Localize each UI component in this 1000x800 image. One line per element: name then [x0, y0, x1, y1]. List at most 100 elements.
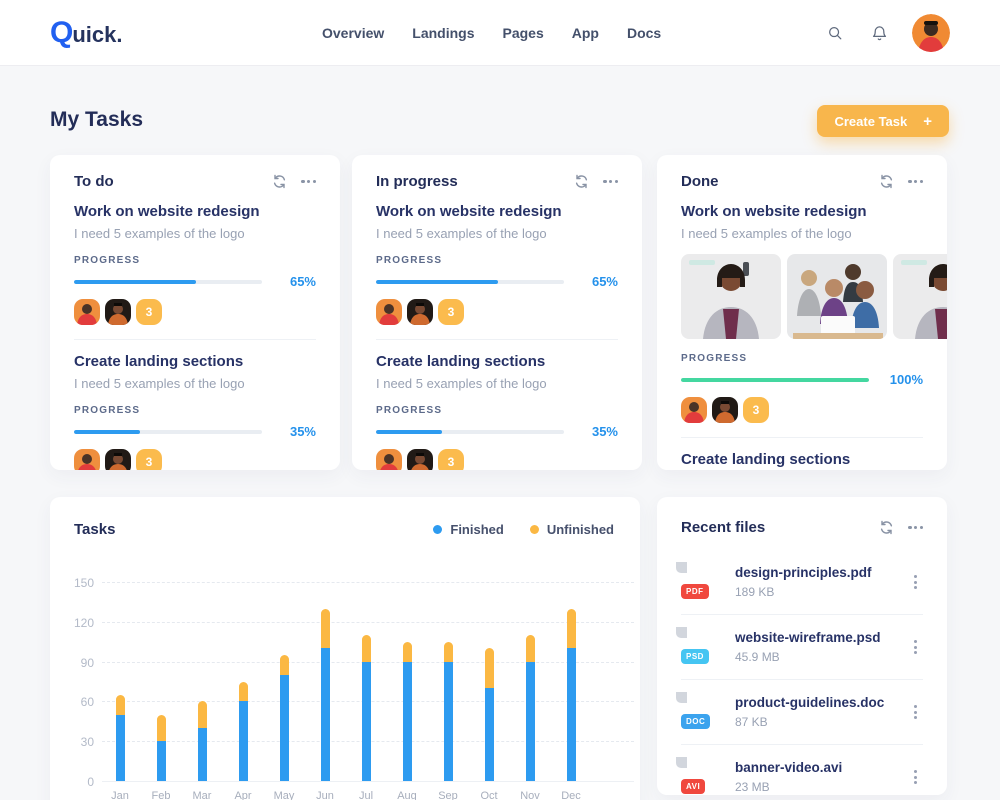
more-options-icon[interactable] — [908, 179, 923, 184]
file-size: 189 KB — [735, 585, 775, 599]
task-title: Work on website redesign — [681, 203, 867, 220]
assignee-avatar[interactable] — [712, 397, 738, 423]
nav-item-landings[interactable]: Landings — [412, 25, 474, 41]
x-tick-label: Oct — [480, 790, 498, 800]
task-description: I need 5 examples of the logo — [74, 376, 245, 391]
nav-item-overview[interactable]: Overview — [322, 25, 384, 41]
y-tick-label: 120 — [73, 615, 94, 630]
file-menu-icon[interactable] — [908, 636, 923, 658]
file-row[interactable]: DOC product-guidelines.doc 87 KB — [681, 679, 923, 744]
chart-plot-area: 0 30 60 90 120 150 Jan Feb Mar Apr May Jun Jul Aug Sep… — [74, 576, 638, 800]
bar-nov — [525, 635, 535, 781]
file-type-badge: DOC — [681, 714, 711, 729]
x-tick-label: Dec — [561, 790, 581, 800]
nav-item-pages[interactable]: Pages — [503, 25, 544, 41]
bar-may — [279, 655, 289, 781]
recent-files-card: Recent files PDF design-principles.pdf 1… — [657, 497, 947, 795]
assignee-count-badge[interactable]: 3 — [136, 449, 162, 470]
create-task-button[interactable]: Create Task + — [817, 105, 949, 137]
search-icon[interactable] — [824, 22, 846, 44]
nav-item-docs[interactable]: Docs — [627, 25, 661, 41]
logo-q: Q — [50, 16, 73, 49]
progress-bar — [376, 429, 564, 434]
y-tick-label: 60 — [80, 695, 94, 710]
file-size: 87 KB — [735, 715, 768, 729]
assignee-avatar[interactable] — [407, 449, 433, 470]
bar-jan — [115, 694, 125, 781]
assignee-avatar[interactable] — [681, 397, 707, 423]
file-menu-icon[interactable] — [908, 701, 923, 723]
assignee-avatar[interactable] — [376, 449, 402, 470]
assignee-count-badge[interactable]: 3 — [438, 299, 464, 325]
x-tick-label: Mar — [192, 790, 212, 800]
page-title: My Tasks — [50, 108, 143, 131]
more-options-icon[interactable] — [603, 179, 618, 184]
progress-percent: 65% — [591, 274, 618, 289]
x-tick-label: Jun — [316, 790, 334, 800]
assignee-avatar[interactable] — [74, 299, 100, 325]
progress-percent: 65% — [289, 274, 316, 289]
tasks-chart-card: Tasks Finished Unfinished 0 30 60 90 120 150 J… — [50, 497, 640, 800]
file-icon-doc: DOC — [681, 692, 719, 732]
task-card[interactable]: Create landing sections — [681, 451, 923, 468]
task-card[interactable]: Work on website redesign I need 5 exampl… — [681, 203, 947, 423]
user-avatar[interactable] — [912, 14, 950, 52]
bar-dec — [566, 608, 576, 781]
sync-icon[interactable] — [879, 174, 894, 189]
task-card[interactable]: Create landing sections I need 5 example… — [74, 353, 316, 470]
task-photo[interactable] — [893, 254, 947, 339]
legend-label: Finished — [450, 522, 504, 537]
bar-apr — [238, 681, 248, 781]
file-menu-icon[interactable] — [908, 571, 923, 593]
sync-icon[interactable] — [879, 520, 894, 535]
more-options-icon[interactable] — [908, 525, 923, 530]
gridline — [102, 781, 634, 782]
divider — [74, 339, 316, 340]
assignee-count-badge[interactable]: 3 — [136, 299, 162, 325]
assignee-avatar[interactable] — [74, 449, 100, 470]
x-tick-label: Aug — [397, 790, 417, 800]
file-name: design-principles.pdf — [735, 565, 872, 580]
column-title: In progress — [376, 173, 458, 190]
task-description: I need 5 examples of the logo — [376, 226, 547, 241]
gridline — [102, 621, 634, 623]
task-description: I need 5 examples of the logo — [681, 226, 852, 241]
task-photo[interactable] — [681, 254, 781, 339]
assignee-avatar[interactable] — [407, 299, 433, 325]
column-in-progress: In progress Work on website redesign I n… — [352, 155, 642, 470]
file-row[interactable]: PSD website-wireframe.psd 45.9 MB — [681, 614, 923, 679]
assignee-count-badge[interactable]: 3 — [743, 397, 769, 423]
chart-title: Tasks — [74, 521, 116, 538]
more-options-icon[interactable] — [301, 179, 316, 184]
y-tick-label: 0 — [87, 775, 94, 789]
assignee-avatar[interactable] — [105, 449, 131, 470]
legend-item-finished[interactable]: Finished — [433, 522, 504, 537]
task-card[interactable]: Create landing sections I need 5 example… — [376, 353, 618, 470]
task-card[interactable]: Work on website redesign I need 5 exampl… — [74, 203, 316, 325]
sync-icon[interactable] — [272, 174, 287, 189]
file-row[interactable]: PDF design-principles.pdf 189 KB — [681, 550, 923, 614]
file-size: 45.9 MB — [735, 650, 780, 664]
divider — [681, 437, 923, 438]
x-tick-label: Jan — [111, 790, 129, 800]
task-description: I need 5 examples of the logo — [74, 226, 245, 241]
file-type-badge: AVI — [681, 779, 706, 794]
bar-feb — [156, 714, 166, 781]
progress-fill — [376, 279, 499, 284]
nav-item-app[interactable]: App — [572, 25, 599, 41]
file-menu-icon[interactable] — [908, 766, 923, 788]
files-list: PDF design-principles.pdf 189 KB PSD web… — [681, 550, 923, 795]
file-icon-pdf: PDF — [681, 562, 719, 602]
bell-icon[interactable] — [868, 22, 890, 44]
bar-mar — [197, 701, 207, 781]
assignee-count-badge[interactable]: 3 — [438, 449, 464, 470]
logo[interactable]: Quick. — [50, 16, 122, 50]
file-row[interactable]: AVI banner-video.avi 23 MB — [681, 744, 923, 795]
legend-item-unfinished[interactable]: Unfinished — [529, 522, 614, 537]
task-photo[interactable] — [787, 254, 887, 339]
task-card[interactable]: Work on website redesign I need 5 exampl… — [376, 203, 618, 325]
progress-fill — [74, 279, 197, 284]
sync-icon[interactable] — [574, 174, 589, 189]
assignee-avatar[interactable] — [105, 299, 131, 325]
assignee-avatar[interactable] — [376, 299, 402, 325]
